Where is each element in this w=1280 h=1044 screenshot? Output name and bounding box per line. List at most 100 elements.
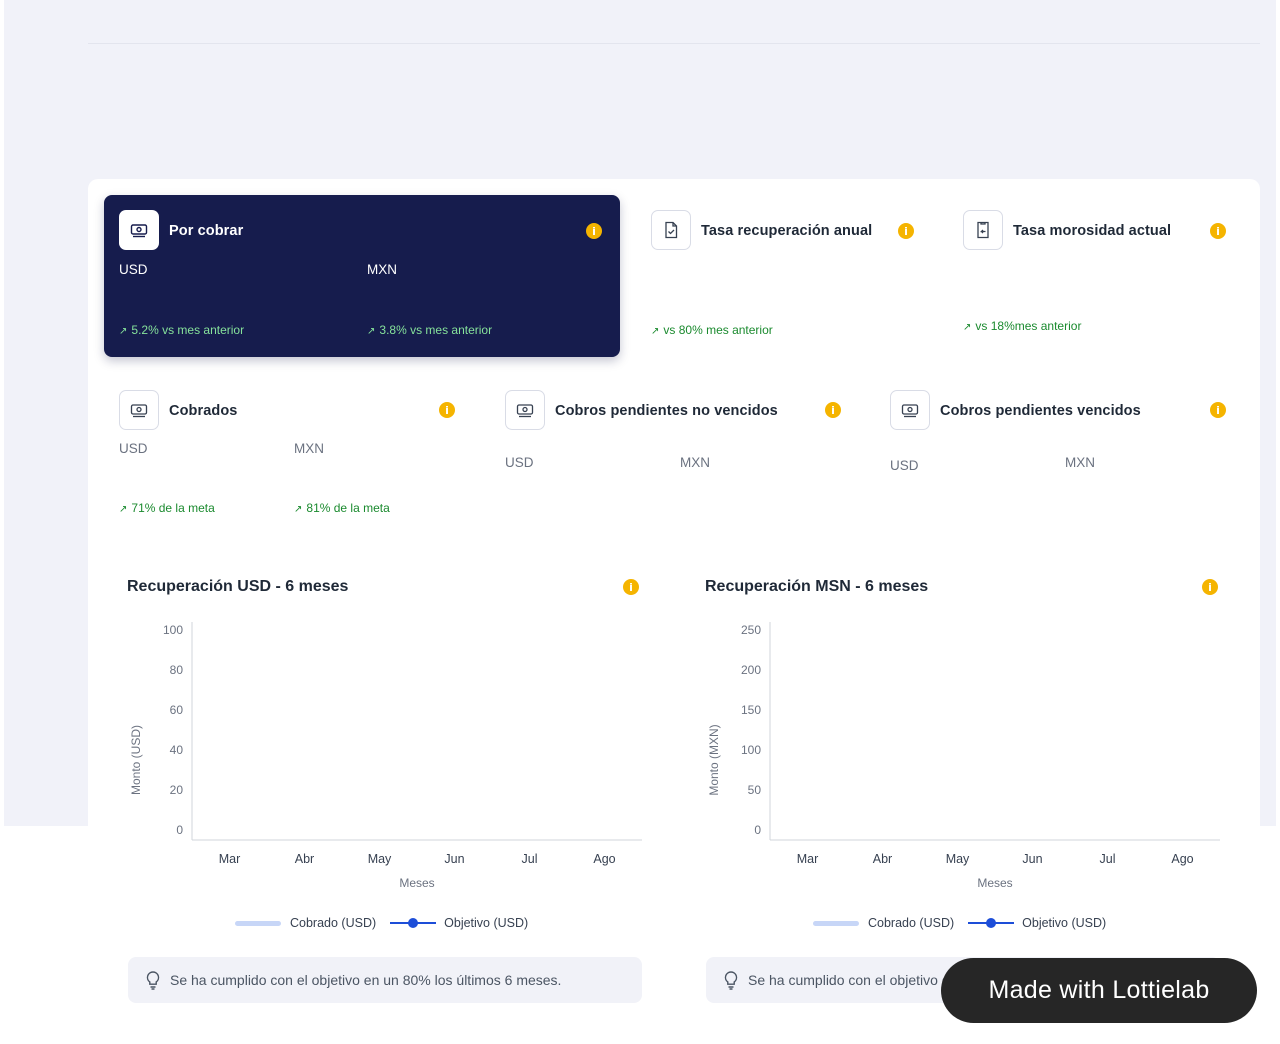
x-tick-label: May <box>946 852 970 866</box>
legend-usd: Cobrado (USD) Objetivo (USD) <box>235 916 528 930</box>
y-tick-label: 0 <box>754 823 761 837</box>
trend-text: vs 80% mes anterior <box>663 323 773 337</box>
legend-bar-swatch <box>813 920 859 926</box>
card-pendientes-vencidos[interactable]: Cobros pendientes vencidos i USD MXN <box>890 390 1230 480</box>
legend-line-swatch <box>968 918 1015 928</box>
document-check-icon <box>651 210 691 250</box>
legend-bar-swatch <box>235 920 281 926</box>
x-axis-title: Meses <box>977 876 1012 890</box>
mxn-label: MXN <box>680 455 710 470</box>
y-tick-label: 100 <box>741 743 761 757</box>
x-tick-label: Abr <box>873 852 892 866</box>
insight-text: Se ha cumplido con el objetivo en un 80%… <box>170 972 562 988</box>
usd-label: USD <box>505 455 534 470</box>
y-tick-label: 60 <box>170 703 184 717</box>
usd-label: USD <box>890 458 919 473</box>
x-tick-label: Mar <box>219 852 241 866</box>
legend-label-objetivo: Objetivo (USD) <box>1022 916 1107 930</box>
trend-up-icon: ↗ <box>963 322 972 333</box>
y-tick-label: 80 <box>170 663 184 677</box>
x-tick-label: May <box>368 852 392 866</box>
info-icon[interactable]: i <box>623 579 639 595</box>
trend: ↗ vs 80% mes anterior <box>651 323 773 337</box>
x-tick-label: Jul <box>522 852 538 866</box>
info-icon[interactable]: i <box>1210 402 1226 418</box>
trend-text: vs 18%mes anterior <box>975 319 1082 333</box>
usd-trend: ↗ 5.2% vs mes anterior <box>119 323 244 337</box>
y-tick-label: 200 <box>741 663 761 677</box>
card-por-cobrar[interactable]: Por cobrar i USD MXN ↗ 5.2% vs mes anteri… <box>104 195 620 357</box>
card-tasa-recuperacion[interactable]: Tasa recuperación anual i ↗ vs 80% mes an… <box>651 210 921 340</box>
usd-trend-text: 5.2% vs mes anterior <box>131 323 245 337</box>
x-tick-label: Mar <box>797 852 819 866</box>
trend-up-icon: ↗ <box>367 326 376 337</box>
trend-up-icon: ↗ <box>651 326 660 337</box>
mxn-trend: ↗ 3.8% vs mes anterior <box>367 323 492 337</box>
trend-up-icon: ↗ <box>119 504 128 515</box>
x-tick-label: Jun <box>444 852 464 866</box>
usd-trend-text: 71% de la meta <box>131 501 215 515</box>
usd-trend: ↗ 71% de la meta <box>119 501 215 515</box>
lottielab-badge[interactable]: Made with Lottielab <box>941 958 1257 1023</box>
y-tick-label: 50 <box>748 783 762 797</box>
mxn-trend-text: 81% de la meta <box>306 501 390 515</box>
usd-label: USD <box>119 441 148 456</box>
mxn-label: MXN <box>367 262 397 277</box>
trend-up-icon: ↗ <box>294 504 303 515</box>
card-title: Tasa morosidad actual <box>1013 223 1172 239</box>
info-icon[interactable]: i <box>825 402 841 418</box>
legend-label-cobrado: Cobrado (USD) <box>290 916 377 930</box>
insight-usd: Se ha cumplido con el objetivo en un 80%… <box>128 957 642 1003</box>
card-title: Cobros pendientes vencidos <box>940 403 1141 419</box>
legend-label-objetivo: Objetivo (USD) <box>444 916 529 930</box>
x-tick-label: Ago <box>1171 852 1193 866</box>
x-axis-title: Meses <box>399 876 434 890</box>
trend: ↗ vs 18%mes anterior <box>963 319 1081 333</box>
x-tick-label: Abr <box>295 852 314 866</box>
y-axis-title: Monto (USD) <box>129 725 143 795</box>
info-icon[interactable]: i <box>898 223 914 239</box>
y-tick-label: 250 <box>741 623 761 637</box>
mxn-label: MXN <box>1065 455 1095 470</box>
y-tick-label: 20 <box>170 783 184 797</box>
card-title: Cobros pendientes no vencidos <box>555 403 778 419</box>
legend-label-cobrado: Cobrado (USD) <box>868 916 955 930</box>
chart-title-usd: Recuperación USD - 6 meses <box>127 578 349 595</box>
chart-usd: 0 20 40 60 80 100 Mar Abr May Jun Jul Ago Meses Monto… <box>129 622 642 890</box>
x-tick-label: Jun <box>1022 852 1042 866</box>
banknote-icon <box>890 390 930 430</box>
lightbulb-icon <box>724 971 738 990</box>
info-icon[interactable]: i <box>586 223 602 239</box>
mxn-label: MXN <box>294 441 324 456</box>
card-tasa-morosidad[interactable]: Tasa morosidad actual i ↗ vs 18%mes anter… <box>963 210 1233 340</box>
x-tick-label: Ago <box>593 852 615 866</box>
trend-up-icon: ↗ <box>119 326 128 337</box>
legend-mxn: Cobrado (USD) Objetivo (USD) <box>813 916 1106 930</box>
header-divider <box>88 43 1260 44</box>
usd-label: USD <box>119 262 148 277</box>
mxn-trend: ↗ 81% de la meta <box>294 501 390 515</box>
banknote-icon <box>119 390 159 430</box>
card-pendientes-no-vencidos[interactable]: Cobros pendientes no vencidos i USD MXN <box>505 390 845 480</box>
card-cobrados[interactable]: Cobrados i USD MXN ↗ 71% de la meta ↗ 81% … <box>119 390 459 520</box>
card-title: Por cobrar <box>169 223 244 239</box>
y-axis-title: Monto (MXN) <box>707 724 721 795</box>
info-icon[interactable]: i <box>1210 223 1226 239</box>
banknote-icon <box>119 210 159 250</box>
y-tick-label: 100 <box>163 623 183 637</box>
y-tick-label: 0 <box>176 823 183 837</box>
y-tick-label: 150 <box>741 703 761 717</box>
card-title: Cobrados <box>169 403 238 419</box>
document-return-icon <box>963 210 1003 250</box>
info-icon[interactable]: i <box>439 402 455 418</box>
info-icon[interactable]: i <box>1202 579 1218 595</box>
mxn-trend-text: 3.8% vs mes anterior <box>379 323 493 337</box>
x-tick-label: Jul <box>1100 852 1116 866</box>
banknote-icon <box>505 390 545 430</box>
chart-mxn: 0 50 100 150 200 250 Mar Abr May Jun Jul Ago Meses Mo… <box>707 622 1220 890</box>
lightbulb-icon <box>146 971 160 990</box>
card-title: Tasa recuperación anual <box>701 223 873 239</box>
legend-line-swatch <box>390 918 437 928</box>
y-tick-label: 40 <box>170 743 184 757</box>
chart-title-mxn: Recuperación MSN - 6 meses <box>705 578 929 595</box>
